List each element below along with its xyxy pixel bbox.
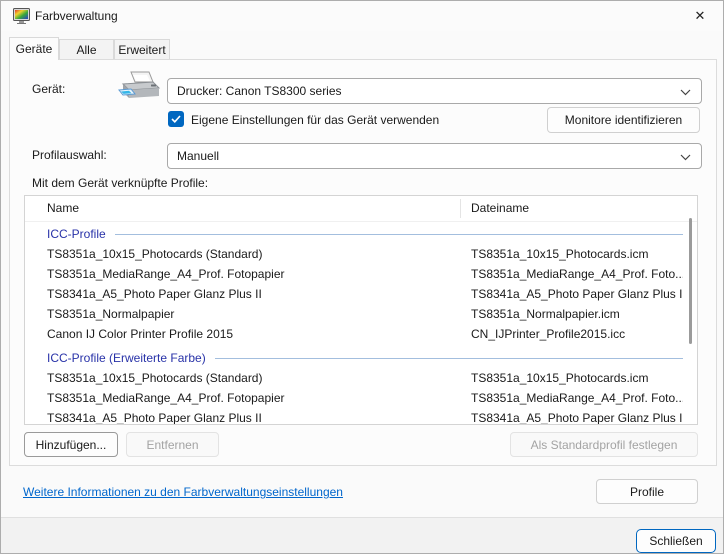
chevron-down-icon (680, 89, 691, 96)
group-header-rule (215, 358, 683, 359)
dialog-footer: Schließen (1, 517, 723, 554)
column-separator[interactable] (460, 199, 461, 218)
tab-geraete[interactable]: Geräte (9, 37, 59, 60)
column-header-name[interactable]: Name (47, 196, 79, 221)
close-icon: ✕ (695, 8, 706, 24)
group-header: ICC-Profile (25, 224, 697, 244)
associated-profiles-caption: Mit dem Gerät verknüpfte Profile: (32, 176, 208, 190)
tab-alle-profile[interactable]: Alle Profile (59, 39, 114, 60)
list-item[interactable]: Canon IJ Color Printer Profile 2015CN_IJ… (25, 324, 697, 344)
group-header: ICC-Profile (Erweiterte Farbe) (25, 348, 697, 368)
devices-tab-panel: Gerät: Drucker: Canon TS8300 series Eige… (9, 59, 717, 466)
profiles-list: Name Dateiname ICC-Profile TS8351a_10x15… (24, 195, 698, 425)
remove-button[interactable]: Entfernen (126, 432, 219, 457)
column-header-dateiname[interactable]: Dateiname (471, 196, 529, 221)
use-own-settings-checkbox[interactable] (168, 111, 184, 127)
profile-selection-select[interactable]: Manuell (167, 143, 702, 169)
list-item[interactable]: TS8341a_A5_Photo Paper Glanz Plus IITS83… (25, 284, 697, 304)
title-bar: Farbverwaltung ✕ (1, 1, 723, 31)
list-item[interactable]: TS8351a_NormalpapierTS8351a_Normalpapier… (25, 304, 697, 324)
device-label: Gerät: (32, 82, 65, 96)
list-item[interactable]: TS8351a_10x15_Photocards (Standard)TS835… (25, 368, 697, 388)
use-own-settings-label[interactable]: Eigene Einstellungen für das Gerät verwe… (191, 113, 439, 127)
list-scrollbar-thumb[interactable] (689, 218, 692, 344)
list-item[interactable]: TS8351a_MediaRange_A4_Prof. FotopapierTS… (25, 388, 697, 408)
printer-icon (115, 70, 161, 102)
color-management-info-link[interactable]: Weitere Informationen zu den Farbverwalt… (23, 485, 343, 499)
add-button[interactable]: Hinzufügen... (24, 432, 118, 457)
color-management-app-icon (13, 8, 30, 24)
list-header: Name Dateiname (25, 196, 697, 222)
identify-monitors-button[interactable]: Monitore identifizieren (547, 107, 700, 133)
device-select-value: Drucker: Canon TS8300 series (177, 84, 342, 98)
device-select[interactable]: Drucker: Canon TS8300 series (167, 78, 702, 104)
check-icon (171, 115, 181, 123)
set-default-profile-button[interactable]: Als Standardprofil festlegen (510, 432, 698, 457)
window-title: Farbverwaltung (35, 1, 118, 31)
close-button[interactable]: ✕ (683, 1, 717, 31)
list-group-icc: ICC-Profile TS8351a_10x15_Photocards (St… (25, 224, 697, 344)
list-group-icc-extended: ICC-Profile (Erweiterte Farbe) TS8351a_1… (25, 348, 697, 425)
close-dialog-button[interactable]: Schließen (636, 529, 716, 553)
group-header-rule (115, 234, 683, 235)
list-item[interactable]: TS8351a_10x15_Photocards (Standard)TS835… (25, 244, 697, 264)
profile-selection-value: Manuell (177, 149, 219, 163)
chevron-down-icon (680, 154, 691, 161)
list-item[interactable]: TS8351a_MediaRange_A4_Prof. FotopapierTS… (25, 264, 697, 284)
profile-selection-label: Profilauswahl: (32, 148, 107, 162)
list-item[interactable]: TS8341a_A5_Photo Paper Glanz Plus IITS83… (25, 408, 697, 425)
color-management-dialog: Farbverwaltung ✕ Geräte Alle Profile Erw… (0, 0, 724, 554)
profile-button[interactable]: Profile (596, 479, 698, 504)
tab-erweitert[interactable]: Erweitert (114, 39, 170, 60)
